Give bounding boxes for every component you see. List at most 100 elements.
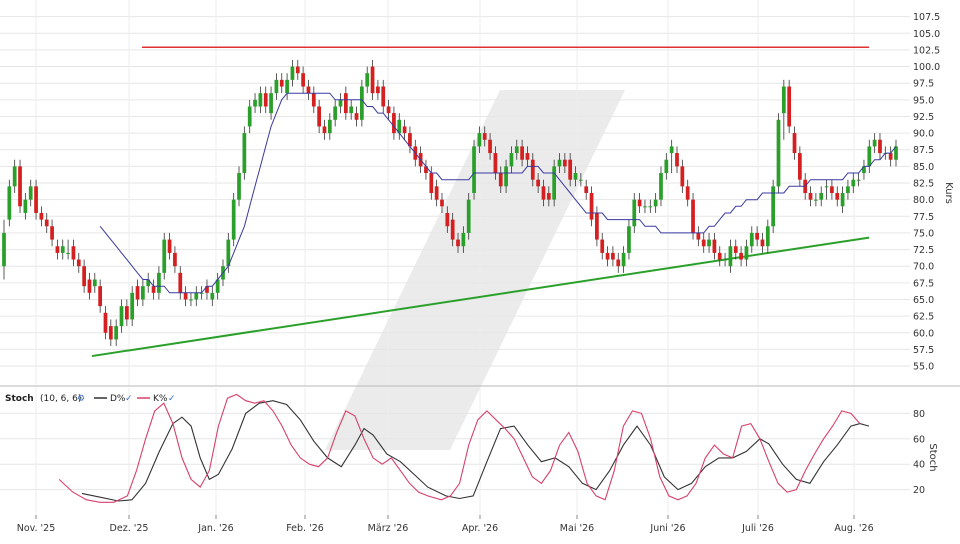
candle-body [258, 93, 263, 107]
candle-body [637, 199, 642, 207]
date-tick-label: Dez. '25 [110, 523, 149, 534]
price-tick-label: 75.0 [913, 228, 934, 239]
candle-body [71, 246, 76, 260]
candle [787, 79, 792, 134]
candle-body [659, 173, 663, 200]
candle-body [247, 106, 252, 127]
candle-body [888, 153, 893, 160]
candle-body [178, 272, 183, 293]
candle-body [434, 186, 439, 200]
candle-body [525, 153, 530, 160]
date-tick-label: März '26 [368, 523, 409, 534]
candle-body [878, 139, 882, 154]
candle-body [739, 252, 743, 260]
check-icon-k[interactable]: ✓ [168, 394, 176, 404]
candle-body [87, 279, 92, 293]
candle-body [691, 199, 695, 233]
candle-body [648, 206, 653, 208]
settings-icon[interactable]: ⚙ [77, 394, 85, 404]
candle-body [627, 226, 631, 253]
stoch-tick-label: 40 [913, 460, 925, 471]
candle-body [343, 93, 348, 114]
candle-body [707, 239, 711, 247]
candle-body [643, 206, 647, 208]
candle-body [771, 186, 776, 227]
candle-body [44, 219, 49, 227]
candle-body [12, 166, 17, 187]
candle-body [445, 212, 450, 227]
candle [231, 193, 236, 247]
price-tick-label: 77.5 [913, 212, 934, 223]
date-tick-label: Feb. '26 [286, 523, 324, 534]
candle-body [173, 252, 177, 267]
stoch-tick-label: 60 [913, 434, 925, 445]
candle-body [723, 259, 727, 261]
price-tick-label: 95.0 [913, 95, 934, 106]
candle-body [867, 146, 872, 167]
candle-body [856, 179, 861, 181]
candle-body [733, 246, 738, 253]
candle-body [701, 239, 706, 247]
candle-body [440, 199, 444, 207]
candle-body [835, 193, 840, 200]
price-tick-label: 85.0 [913, 162, 934, 173]
date-tick-label: Juni '26 [649, 523, 685, 534]
candle-body [536, 179, 541, 187]
candle-body [520, 146, 524, 160]
check-icon-d[interactable]: ✓ [125, 394, 133, 404]
candle-body [370, 66, 375, 94]
price-tick-label: 105.0 [913, 29, 940, 40]
candle-body [600, 239, 605, 253]
candle-body [189, 299, 193, 301]
candle-body [269, 93, 273, 114]
candle-body [851, 179, 856, 187]
candle-body [514, 146, 519, 154]
stoch-axis-label: Stoch [927, 443, 938, 471]
candle-body [210, 292, 215, 300]
candle-body [151, 286, 156, 293]
price-tick-label: 67.5 [913, 278, 934, 289]
candle-body [306, 86, 311, 94]
candle-body [103, 312, 108, 333]
candle-body [781, 86, 786, 114]
price-tick-label: 60.0 [913, 328, 934, 339]
candle-body [595, 212, 599, 240]
candle-body [274, 79, 279, 94]
candle-body [616, 259, 621, 267]
candle-body [359, 86, 364, 120]
candle-body [696, 232, 701, 240]
price-tick-label: 57.5 [913, 345, 934, 356]
candle-body [381, 86, 386, 107]
candle-body [322, 126, 327, 134]
candle [18, 159, 22, 213]
candle-body [846, 186, 850, 193]
candle-body [7, 186, 12, 220]
legend-label-d: D% [110, 394, 126, 404]
candle-body [814, 199, 818, 201]
candle-body [488, 139, 492, 154]
candle-body [477, 133, 482, 147]
candle-body [541, 186, 546, 200]
candle-body [2, 232, 6, 267]
candle-body [76, 259, 81, 267]
stoch-title: Stoch [5, 394, 34, 404]
stoch-tick-label: 20 [913, 485, 925, 496]
candle-body [231, 199, 236, 240]
candle-body [66, 252, 70, 254]
candle-body [114, 326, 119, 340]
candle-body [530, 159, 535, 180]
candle-body [157, 272, 161, 293]
candle-body [872, 139, 877, 147]
candle-body [589, 193, 594, 220]
candle-body [680, 166, 685, 187]
candle-body [792, 133, 797, 154]
candle-body [130, 292, 135, 320]
price-tick-label: 82.5 [913, 179, 934, 190]
candle [472, 139, 476, 200]
candle-body [578, 179, 583, 181]
candle-body [685, 186, 690, 200]
candle-body [82, 266, 86, 287]
candle-body [482, 133, 487, 140]
candle-body [808, 193, 813, 200]
candle-body [498, 173, 503, 187]
